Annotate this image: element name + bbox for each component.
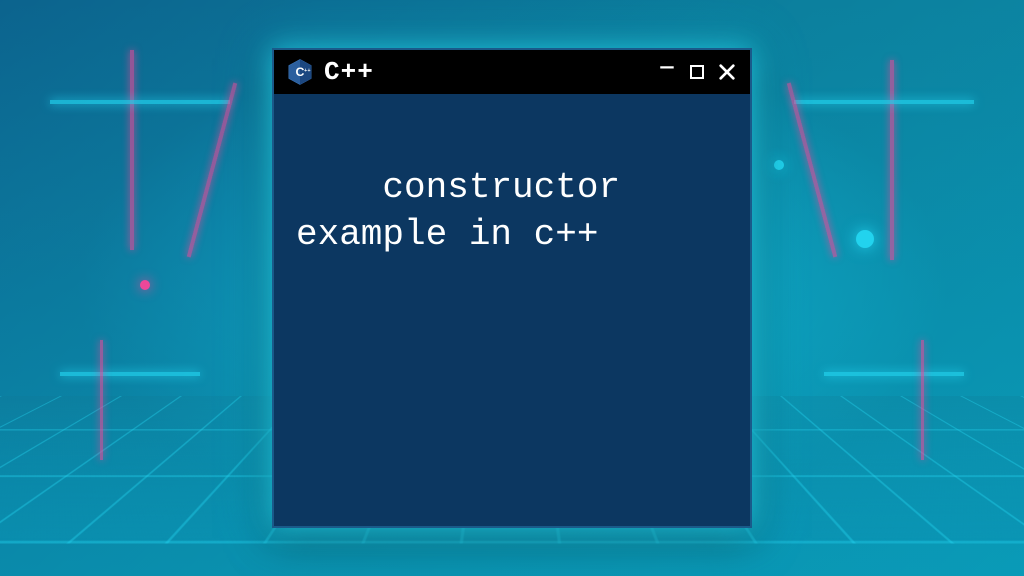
terminal-window: C + + C++ — constructor example in c++ bbox=[272, 48, 752, 528]
window-controls: — bbox=[656, 61, 738, 83]
window-title: C++ bbox=[324, 57, 646, 87]
glow-dot bbox=[774, 160, 784, 170]
circuit-line bbox=[100, 340, 103, 460]
glow-dot bbox=[140, 280, 150, 290]
terminal-text: constructor example in c++ bbox=[296, 167, 642, 255]
minimize-button[interactable]: — bbox=[656, 57, 678, 79]
close-button[interactable] bbox=[716, 61, 738, 83]
svg-text:+: + bbox=[307, 68, 310, 74]
terminal-body: constructor example in c++ bbox=[274, 94, 750, 526]
circuit-line bbox=[824, 372, 964, 376]
circuit-line bbox=[794, 100, 974, 104]
glow-dot bbox=[856, 230, 874, 248]
circuit-line bbox=[130, 50, 134, 250]
circuit-line bbox=[50, 100, 230, 104]
circuit-line bbox=[787, 83, 837, 258]
cpp-icon: C + + bbox=[286, 58, 314, 86]
maximize-button[interactable] bbox=[686, 61, 708, 83]
titlebar[interactable]: C + + C++ — bbox=[274, 50, 750, 94]
circuit-line bbox=[187, 83, 237, 258]
circuit-line bbox=[890, 60, 894, 260]
circuit-line bbox=[60, 372, 200, 376]
circuit-line bbox=[921, 340, 924, 460]
svg-text:C: C bbox=[296, 65, 305, 79]
svg-text:+: + bbox=[304, 68, 307, 74]
